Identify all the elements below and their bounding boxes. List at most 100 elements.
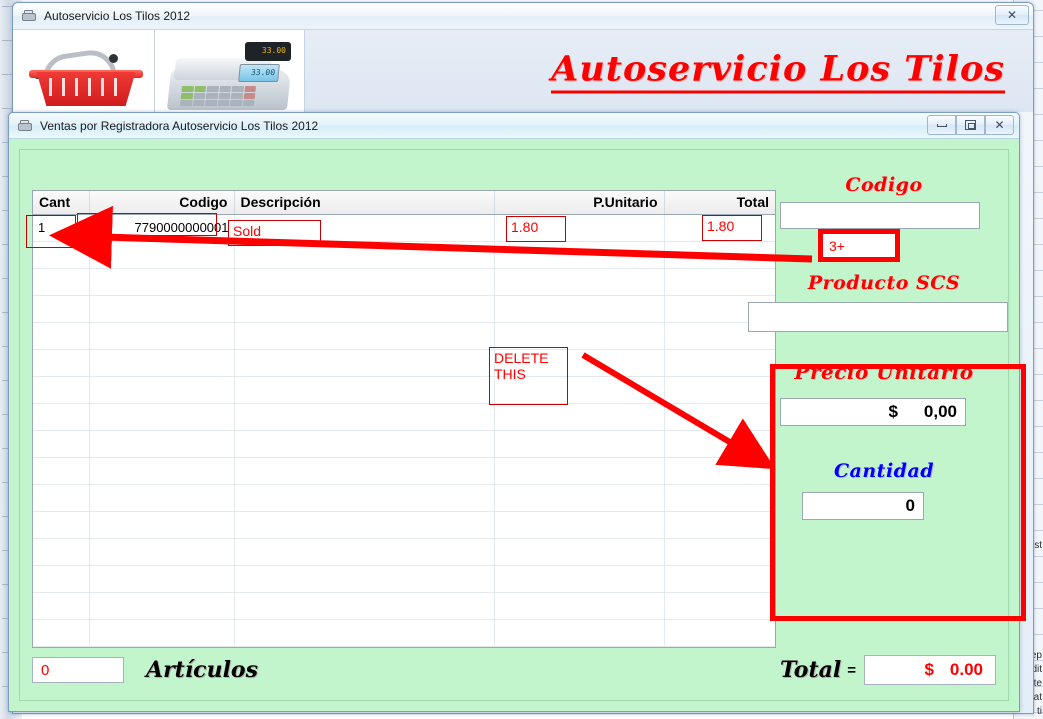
column-header-total[interactable]: Total [664,191,775,214]
articulos-count-field[interactable]: 0 [32,657,124,683]
table-row[interactable] [33,457,775,484]
cell-punitario[interactable] [494,241,664,268]
cell-descripcion[interactable] [234,268,494,295]
cell-codigo[interactable] [89,349,234,376]
cell-codigo[interactable] [89,592,234,619]
cell-punitario[interactable] [494,403,664,430]
cell-cant[interactable] [33,619,89,646]
table-row[interactable] [33,430,775,457]
cell-punitario[interactable] [494,268,664,295]
cell-codigo[interactable] [89,538,234,565]
table-row[interactable] [33,565,775,592]
cell-total[interactable] [664,565,775,592]
table-row[interactable] [33,241,775,268]
cell-punitario[interactable] [494,295,664,322]
cell-total[interactable] [664,457,775,484]
cell-codigo[interactable] [89,295,234,322]
table-row[interactable] [33,592,775,619]
cell-descripcion[interactable] [234,322,494,349]
cell-cant[interactable] [33,430,89,457]
table-row[interactable] [33,376,775,403]
cell-codigo[interactable] [89,511,234,538]
cell-total[interactable] [664,592,775,619]
cell-descripcion[interactable] [234,592,494,619]
cell-punitario[interactable] [494,484,664,511]
cantidad-input[interactable]: 0 [802,492,924,520]
cell-cant[interactable] [33,295,89,322]
cell-punitario[interactable] [494,619,664,646]
cell-cant[interactable] [33,349,89,376]
cell-descripcion[interactable] [234,484,494,511]
cell-descripcion[interactable] [234,457,494,484]
cell-total[interactable] [664,619,775,646]
cell-descripcion[interactable] [234,619,494,646]
precio-unitario-input[interactable]: $ 0,00 [780,398,966,426]
sales-grid[interactable]: Cant Codigo Descripción P.Unitario Total… [32,190,776,648]
cell-cant[interactable] [33,511,89,538]
cell-punitario[interactable] [494,322,664,349]
cell-descripcion[interactable] [234,538,494,565]
cell-cant[interactable] [33,538,89,565]
table-row[interactable] [33,538,775,565]
column-header-cant[interactable]: Cant [33,191,89,214]
cell-total[interactable] [664,538,775,565]
sales-window-titlebar[interactable]: Ventas por Registradora Autoservicio Los… [9,113,1019,139]
cell-codigo[interactable] [89,241,234,268]
cell-codigo[interactable] [89,484,234,511]
table-row[interactable] [33,484,775,511]
cell-punitario[interactable] [494,592,664,619]
cell-total[interactable] [664,430,775,457]
cell-codigo[interactable] [89,457,234,484]
cell-descripcion[interactable] [234,376,494,403]
cell-total[interactable] [664,241,775,268]
cell-cant[interactable] [33,484,89,511]
cell-punitario[interactable] [494,511,664,538]
table-row[interactable] [33,322,775,349]
cell-punitario[interactable] [494,430,664,457]
cell-punitario[interactable] [494,538,664,565]
cell-descripcion[interactable] [234,349,494,376]
cell-codigo[interactable] [89,322,234,349]
cell-descripcion[interactable] [234,430,494,457]
cell-descripcion[interactable] [234,511,494,538]
cell-codigo[interactable] [89,268,234,295]
cell-total[interactable] [664,403,775,430]
cell-codigo[interactable] [89,403,234,430]
minimize-button[interactable] [927,115,956,135]
cell-codigo[interactable] [89,376,234,403]
total-amount-field[interactable]: $ 0.00 [864,655,996,685]
sales-close-button[interactable]: ✕ [985,115,1014,135]
cell-cant[interactable] [33,322,89,349]
table-row[interactable] [33,295,775,322]
table-row[interactable] [33,349,775,376]
cell-cant[interactable] [33,592,89,619]
cell-total[interactable] [664,268,775,295]
producto-input[interactable] [748,302,1008,332]
cell-cant[interactable] [33,376,89,403]
table-row[interactable] [33,403,775,430]
column-header-descripcion[interactable]: Descripción [234,191,494,214]
cell-cant[interactable] [33,565,89,592]
cell-descripcion[interactable] [234,295,494,322]
outer-close-button[interactable]: ✕ [995,5,1029,25]
cell-punitario[interactable] [494,565,664,592]
cell-codigo[interactable] [89,619,234,646]
outer-titlebar[interactable]: Autoservicio Los Tilos 2012 ✕ [13,3,1033,30]
cell-cant[interactable] [33,457,89,484]
cell-total[interactable] [664,349,775,376]
cell-descripcion[interactable] [234,403,494,430]
cell-descripcion[interactable] [234,565,494,592]
table-row[interactable] [33,268,775,295]
cell-codigo[interactable] [89,565,234,592]
cell-total[interactable] [664,376,775,403]
column-header-codigo[interactable]: Codigo [89,191,234,214]
codigo-input[interactable] [780,202,980,229]
cell-total[interactable] [664,511,775,538]
cell-cant[interactable] [33,268,89,295]
table-row[interactable] [33,511,775,538]
cell-codigo[interactable] [89,430,234,457]
cell-cant[interactable] [33,403,89,430]
maximize-button[interactable] [956,115,985,135]
cell-total[interactable] [664,484,775,511]
cell-punitario[interactable] [494,457,664,484]
